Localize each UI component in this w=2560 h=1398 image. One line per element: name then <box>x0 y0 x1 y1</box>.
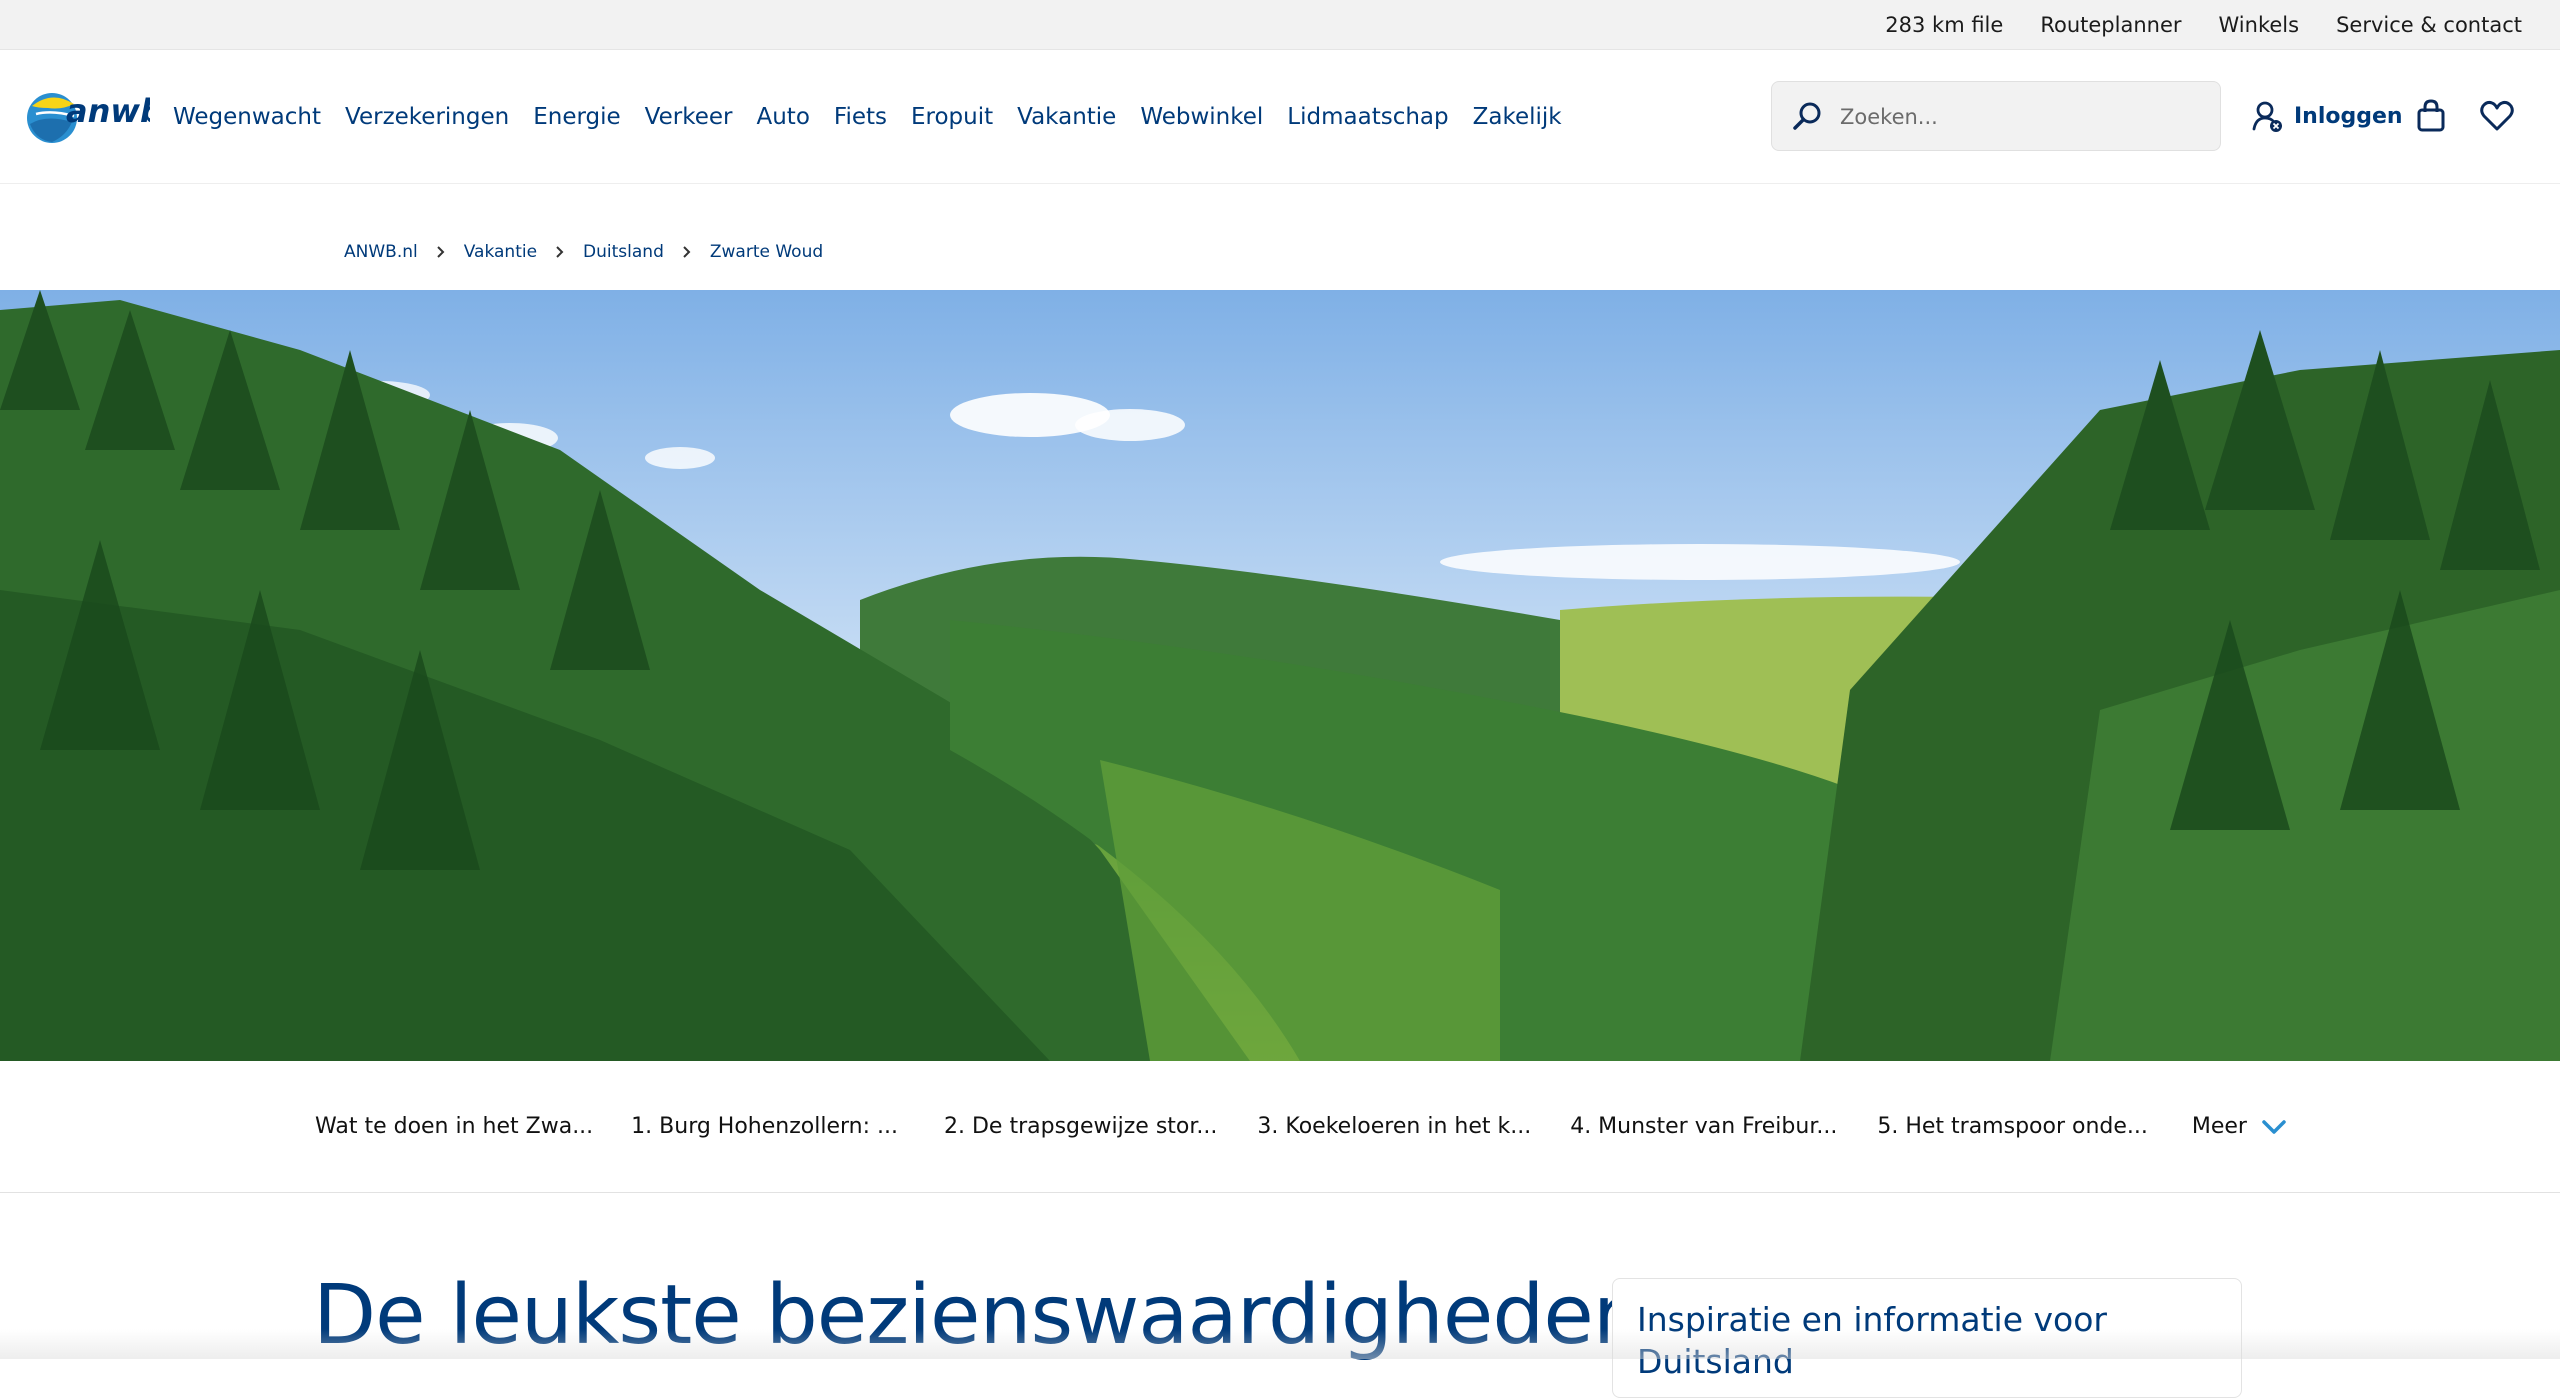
nav-verkeer[interactable]: Verkeer <box>645 104 733 130</box>
breadcrumb-vakantie[interactable]: Vakantie <box>464 242 537 262</box>
anchor-item-burg-hohenzollern[interactable]: 1. Burg Hohenzollern: ... <box>631 1114 898 1139</box>
svg-text:anwb: anwb <box>66 92 150 130</box>
nav-wegenwacht[interactable]: Wegenwacht <box>173 104 321 130</box>
hero-image <box>0 290 2560 1061</box>
search-box <box>1771 81 2221 152</box>
nav-vakantie[interactable]: Vakantie <box>1017 104 1116 130</box>
nav-fiets[interactable]: Fiets <box>834 104 887 130</box>
main-navigation: Wegenwacht Verzekeringen Energie Verkeer… <box>173 50 1562 183</box>
nav-verzekeringen[interactable]: Verzekeringen <box>345 104 509 130</box>
anchor-item-trapsgewijze[interactable]: 2. De trapsgewijze stor... <box>944 1114 1217 1139</box>
anchor-item-wat-te-doen[interactable]: Wat te doen in het Zwa... <box>315 1114 593 1139</box>
anchor-more-label: Meer <box>2191 1114 2247 1139</box>
nav-auto[interactable]: Auto <box>756 104 809 130</box>
shopping-bag-icon[interactable] <box>2413 98 2449 134</box>
anchor-item-munster-freiburg[interactable]: 4. Munster van Freibur... <box>1570 1114 1837 1139</box>
utility-links: 283 km file Routeplanner Winkels Service… <box>1885 0 2522 49</box>
chevron-down-icon <box>2262 1119 2286 1134</box>
search-icon[interactable] <box>1790 100 1824 134</box>
main-header: anwb Wegenwacht Verzekeringen Energie Ve… <box>0 50 2560 184</box>
forest-landscape-image <box>0 290 2560 1061</box>
breadcrumb-anwb[interactable]: ANWB.nl <box>344 242 418 262</box>
nav-lidmaatschap[interactable]: Lidmaatschap <box>1287 104 1448 130</box>
stores-link[interactable]: Winkels <box>2219 13 2300 37</box>
login-label: Inloggen <box>2294 103 2403 129</box>
chevron-right-icon <box>556 246 564 258</box>
chevron-right-icon <box>683 246 691 258</box>
utility-bar: 283 km file Routeplanner Winkels Service… <box>0 0 2560 50</box>
login-button[interactable]: Inloggen <box>2252 94 2403 138</box>
nav-zakelijk[interactable]: Zakelijk <box>1473 104 1562 130</box>
service-contact-link[interactable]: Service & contact <box>2336 13 2522 37</box>
traffic-jam-link[interactable]: 283 km file <box>1885 13 2003 37</box>
breadcrumb-zwarte-woud[interactable]: Zwarte Woud <box>710 242 823 262</box>
anchor-nav-items: Wat te doen in het Zwa... 1. Burg Hohenz… <box>315 1061 2287 1192</box>
breadcrumb: ANWB.nl Vakantie Duitsland Zwarte Woud <box>344 238 823 266</box>
heart-icon[interactable] <box>2479 98 2515 134</box>
anwb-logo-icon: anwb <box>27 92 163 143</box>
anchor-navigation: Wat te doen in het Zwa... 1. Burg Hohenz… <box>0 1061 2560 1193</box>
anchor-item-koekeloeren[interactable]: 3. Koekeloeren in het k... <box>1257 1114 1531 1139</box>
anchor-more-button[interactable]: Meer <box>2192 1114 2287 1139</box>
anchor-item-tramspoor[interactable]: 5. Het tramspoor onde... <box>1877 1114 2148 1139</box>
inspiration-card[interactable]: Inspiratie en informatie voor Duitsland <box>1612 1278 2242 1398</box>
page-title: De leukste bezienswaardigheden <box>313 1268 1645 1363</box>
nav-energie[interactable]: Energie <box>533 104 620 130</box>
nav-webwinkel[interactable]: Webwinkel <box>1140 104 1263 130</box>
anwb-logo[interactable]: anwb <box>26 84 163 148</box>
routeplanner-link[interactable]: Routeplanner <box>2040 13 2181 37</box>
nav-eropuit[interactable]: Eropuit <box>911 104 993 130</box>
user-icon <box>2252 101 2282 132</box>
inspiration-card-title: Inspiratie en informatie voor Duitsland <box>1637 1300 2107 1381</box>
search-input[interactable] <box>1838 82 2202 152</box>
breadcrumb-duitsland[interactable]: Duitsland <box>583 242 664 262</box>
chevron-right-icon <box>437 246 445 258</box>
